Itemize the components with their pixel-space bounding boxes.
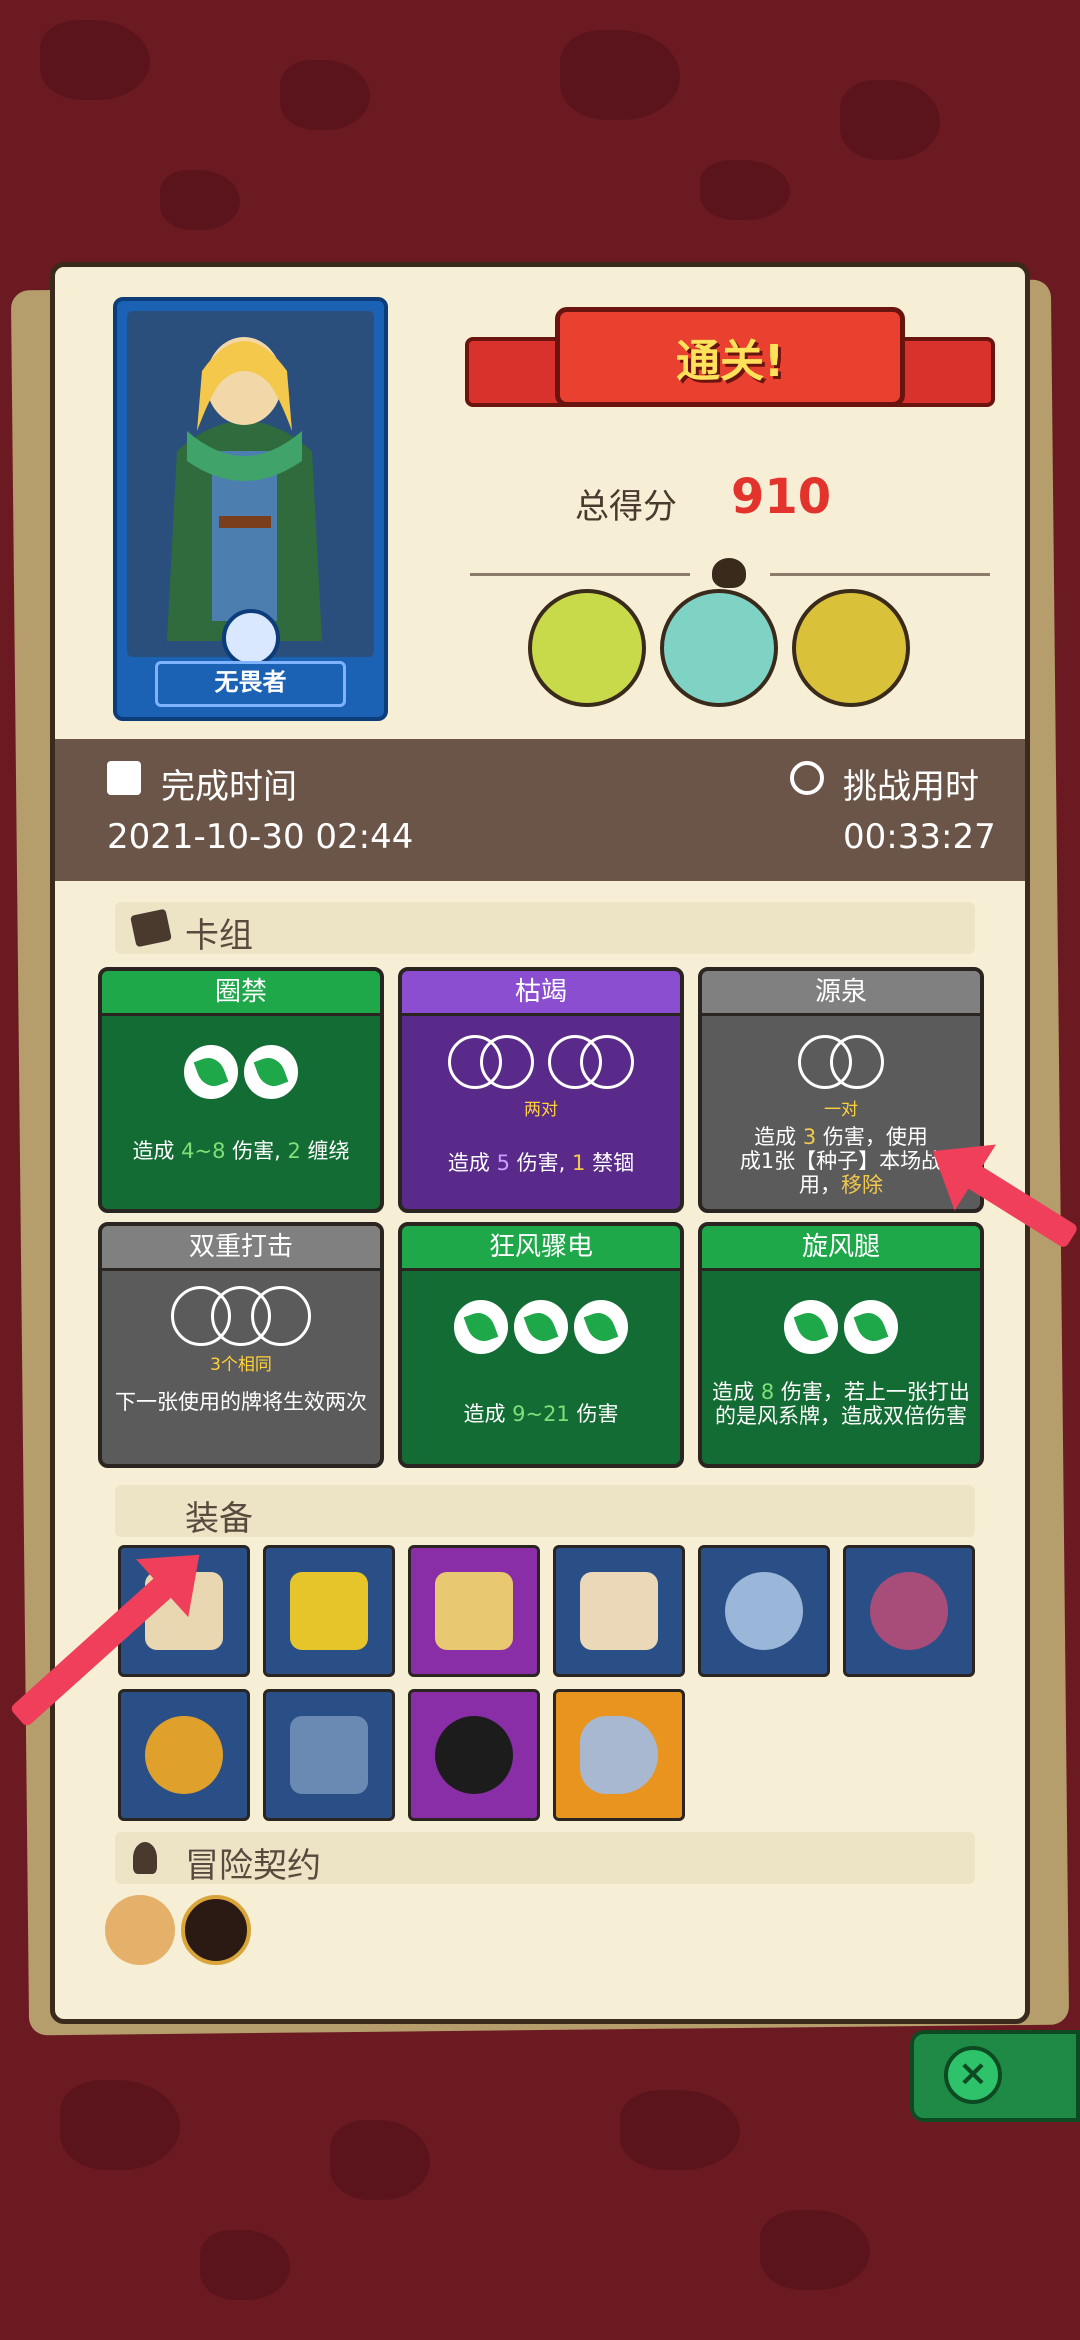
red-scroll-icon[interactable] <box>553 1545 685 1677</box>
dark-skull-icon[interactable] <box>408 1689 540 1821</box>
skull-icon <box>712 558 746 588</box>
skill-card[interactable]: 双重打击 3个相同 下一张使用的牌将生效两次 <box>98 1222 384 1468</box>
finish-time-label: 完成时间 <box>161 767 297 807</box>
score-value: 910 <box>731 469 832 525</box>
card-name: 源泉 <box>702 971 980 1016</box>
combo-label: 3个相同 <box>210 1355 272 1375</box>
equipment-section-header: 装备 <box>115 1485 975 1539</box>
stopwatch-icon <box>790 761 824 795</box>
card-name: 双重打击 <box>102 1226 380 1271</box>
wind-slot-icon <box>844 1300 898 1354</box>
boss-goblin-icon <box>792 589 910 707</box>
sword-scroll-icon[interactable] <box>408 1545 540 1677</box>
score-label: 总得分 <box>575 487 677 527</box>
wind-slot-icon <box>784 1300 838 1354</box>
scroll-contract-icon[interactable] <box>105 1895 175 1965</box>
deck-section-header: 卡组 <box>115 902 975 956</box>
card-description: 造成 5 伤害, 1 禁锢 <box>447 1151 635 1175</box>
wind-slot-icon <box>454 1300 508 1354</box>
close-tab[interactable]: × <box>910 2030 1080 2122</box>
star-gear-icon[interactable] <box>698 1545 830 1677</box>
remove-link[interactable]: 移除 <box>841 1173 883 1197</box>
sickle-icon[interactable] <box>263 1689 395 1821</box>
golden-token-contract-icon[interactable] <box>181 1895 251 1965</box>
dice-triple-icon <box>171 1286 311 1346</box>
result-panel: 无畏者 通关! 总得分 910 完成时间 2021-10-30 02:44 挑战… <box>50 262 1030 2024</box>
character-emblem-icon <box>221 609 280 667</box>
wind-slot-icon <box>184 1045 238 1099</box>
character-name: 无畏者 <box>155 661 346 707</box>
finish-time-value: 2021-10-30 02:44 <box>107 817 414 857</box>
deck-label: 卡组 <box>185 916 253 956</box>
boss-dinosaur-icon <box>528 589 646 707</box>
dice-pair-icon <box>448 1035 534 1089</box>
character-card[interactable]: 无畏者 <box>113 297 388 721</box>
banner-title: 通关! <box>675 336 785 387</box>
challenge-time-value: 00:33:27 <box>843 817 996 857</box>
skill-card[interactable]: 圈禁 造成 4~8 伤害, 2 缠绕 <box>98 967 384 1213</box>
film-icon <box>107 761 141 795</box>
card-description: 造成 4~8 伤害, 2 缠绕 <box>132 1139 350 1163</box>
card-description: 造成 9~21 伤害 <box>463 1402 619 1426</box>
combo-label: 一对 <box>824 1100 858 1120</box>
card-description: 造成 8 伤害，若上一张打出的是风系牌，造成双倍伤害 <box>712 1380 970 1428</box>
boss-divider <box>450 558 1010 588</box>
dice-pair-icon <box>798 1035 884 1089</box>
character-portrait <box>127 311 374 657</box>
wind-slot-icon <box>574 1300 628 1354</box>
challenge-time-label: 挑战用时 <box>843 767 979 807</box>
wind-slot-icon <box>514 1300 568 1354</box>
dice-pair-icon <box>548 1035 634 1089</box>
combo-label: 两对 <box>524 1100 558 1120</box>
card-name: 狂风骤电 <box>402 1226 680 1271</box>
card-name: 枯竭 <box>402 971 680 1016</box>
victory-banner: 通关! <box>465 307 995 427</box>
skill-card[interactable]: 枯竭 两对 造成 5 伤害, 1 禁锢 <box>398 967 684 1213</box>
golden-pot-icon[interactable] <box>118 1689 250 1821</box>
cards-icon <box>130 908 172 948</box>
wind-slot-icon <box>244 1045 298 1099</box>
skill-card[interactable]: 狂风骤电 造成 9~21 伤害 <box>398 1222 684 1468</box>
card-description: 下一张使用的牌将生效两次 <box>115 1390 367 1414</box>
contract-section-header: 冒险契约 <box>115 1832 975 1886</box>
close-icon[interactable]: × <box>944 2046 1002 2104</box>
swirl-shield-icon[interactable] <box>843 1545 975 1677</box>
clover-box-icon[interactable] <box>263 1545 395 1677</box>
contract-label: 冒险契约 <box>185 1846 321 1886</box>
boss-fish-monster-icon <box>660 589 778 707</box>
time-bar: 完成时间 2021-10-30 02:44 挑战用时 00:33:27 <box>55 739 1025 881</box>
equipment-label: 装备 <box>185 1499 253 1539</box>
horn-icon[interactable] <box>553 1689 685 1821</box>
skill-card[interactable]: 旋风腿 造成 8 伤害，若上一张打出的是风系牌，造成双倍伤害 <box>698 1222 984 1468</box>
card-name: 旋风腿 <box>702 1226 980 1271</box>
card-name: 圈禁 <box>102 971 380 1016</box>
bag-icon <box>133 1842 157 1874</box>
